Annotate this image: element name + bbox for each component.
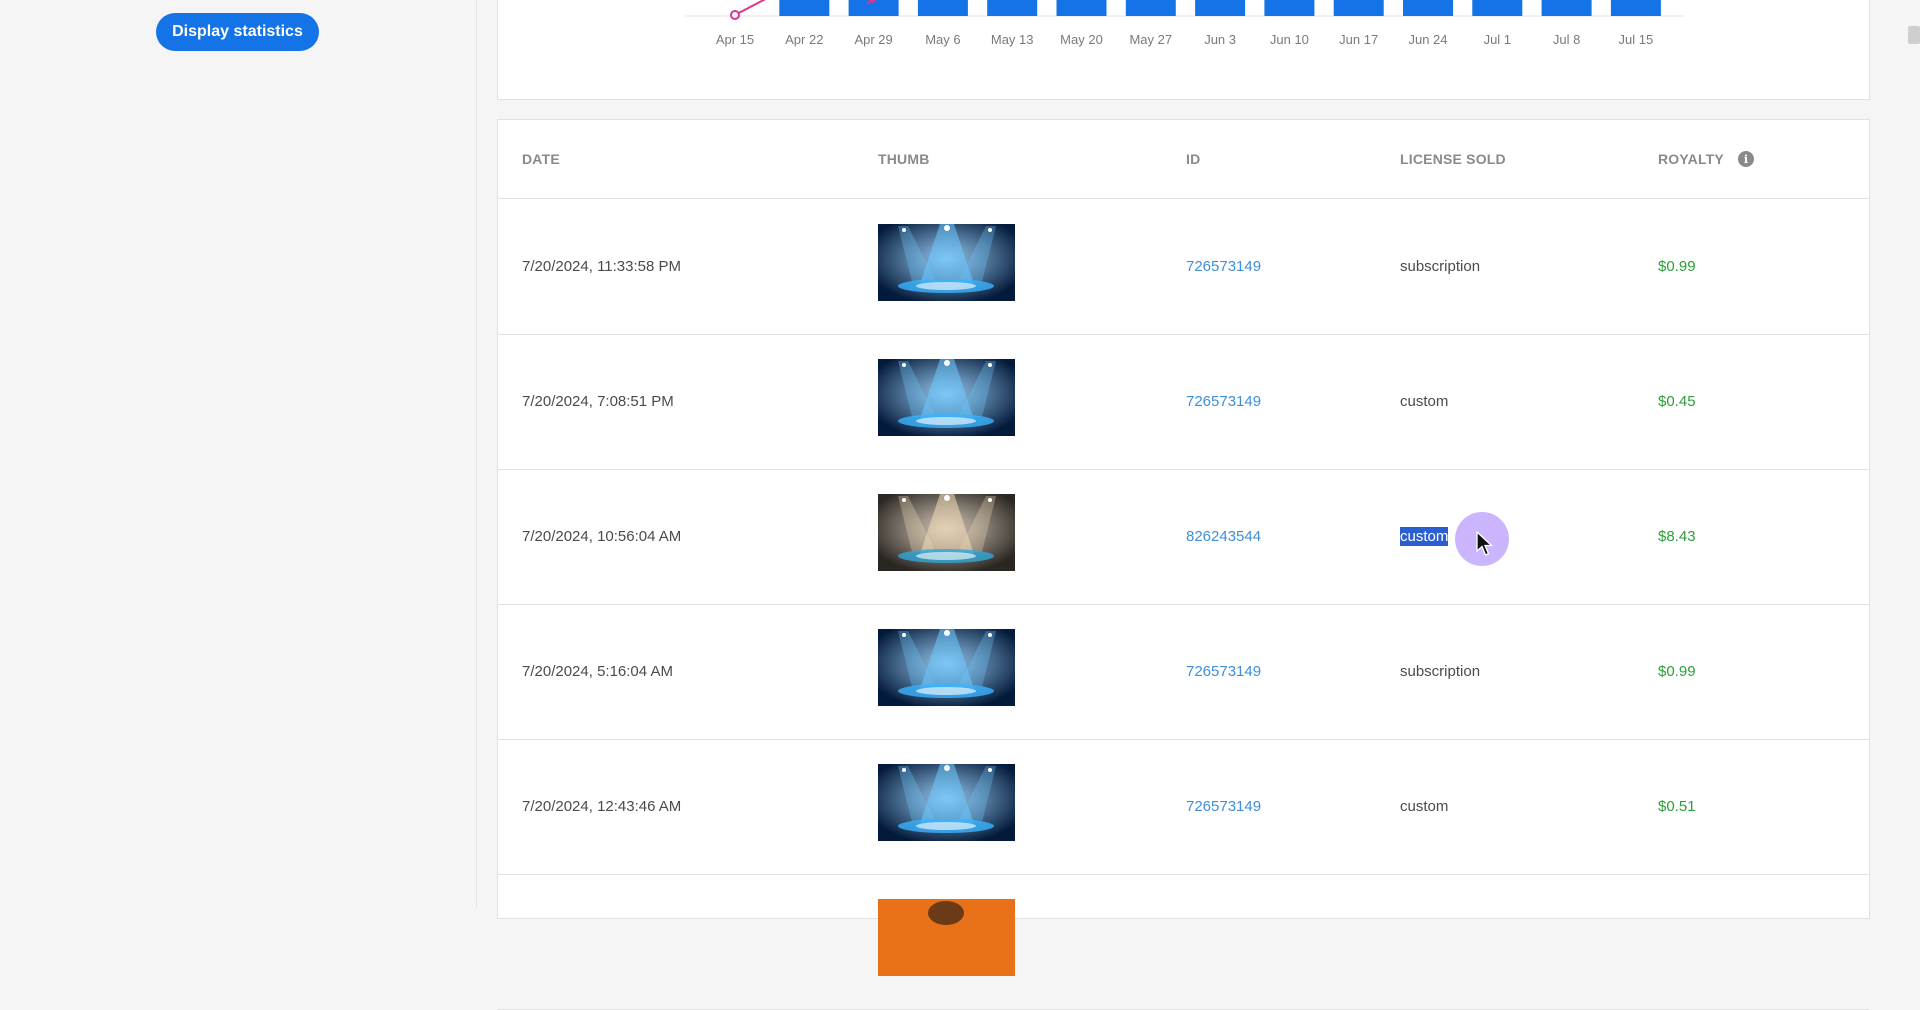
chart-tick-label: Jul 1 xyxy=(1484,32,1511,47)
table-row: 7/20/2024, 12:43:46 AM 726573149 custom $0… xyxy=(498,739,1869,875)
row-royalty: $0.51 xyxy=(1658,798,1696,815)
row-thumbnail[interactable] xyxy=(878,629,1015,706)
table-row xyxy=(498,874,1869,1010)
header-license-sold: LICENSE SOLD xyxy=(1400,151,1506,167)
chart-bar[interactable] xyxy=(779,0,830,16)
thumbnail-image xyxy=(878,764,1015,841)
license-text: custom xyxy=(1400,798,1449,815)
chart-bar[interactable] xyxy=(987,0,1038,16)
header-date: DATE xyxy=(522,151,560,167)
chart-series-line xyxy=(734,0,766,16)
row-date: 7/20/2024, 10:56:04 AM xyxy=(522,528,682,545)
license-text: custom xyxy=(1400,393,1449,410)
chart-bar[interactable] xyxy=(917,0,968,16)
row-id-link[interactable]: 726573149 xyxy=(1186,663,1261,680)
chart-bar[interactable] xyxy=(1333,0,1384,16)
chart-bar[interactable] xyxy=(1056,0,1107,16)
chart-tick-label: May 20 xyxy=(1060,32,1103,47)
chart-tick-label: May 13 xyxy=(991,32,1034,47)
license-text: subscription xyxy=(1400,258,1481,275)
chart-tick-label: Jun 3 xyxy=(1204,32,1236,47)
row-thumbnail[interactable] xyxy=(878,224,1015,301)
row-royalty: $8.43 xyxy=(1658,528,1696,545)
header-royalty: ROYALTY xyxy=(1658,151,1724,167)
row-date: 7/20/2024, 5:16:04 AM xyxy=(522,663,673,680)
row-id-link[interactable]: 826243544 xyxy=(1186,528,1261,545)
info-icon[interactable]: i xyxy=(1738,151,1754,167)
chart-tick-label: Apr 15 xyxy=(716,32,754,47)
table-row: 7/20/2024, 7:08:51 PM 726573149 custom $0.… xyxy=(498,334,1869,470)
chart-tick-label: May 6 xyxy=(925,32,960,47)
chart-bar[interactable] xyxy=(1195,0,1246,16)
row-royalty: $0.99 xyxy=(1658,663,1696,680)
thumbnail-image xyxy=(878,899,1015,976)
chart-tick-label: May 27 xyxy=(1129,32,1172,47)
thumbnail-image xyxy=(878,359,1015,436)
sidebar: Display statistics xyxy=(0,0,477,908)
display-statistics-button[interactable]: Display statistics xyxy=(156,13,319,51)
row-thumbnail[interactable] xyxy=(878,494,1015,571)
row-license: custom xyxy=(1400,393,1448,410)
chart-card: Apr 15 Apr 22 Apr 29 May 6 May 13 May 20 May 2… xyxy=(497,0,1870,100)
row-date: 7/20/2024, 11:33:58 PM xyxy=(522,258,682,275)
header-thumb: THUMB xyxy=(878,151,930,167)
chart-bar[interactable] xyxy=(1125,0,1176,16)
chart-bar[interactable] xyxy=(1541,0,1592,16)
license-text: subscription xyxy=(1400,663,1481,680)
row-id-link[interactable]: 726573149 xyxy=(1186,798,1261,815)
header-id: ID xyxy=(1186,151,1201,167)
row-thumbnail[interactable] xyxy=(878,359,1015,436)
chart-bar[interactable] xyxy=(1472,0,1523,16)
earnings-chart: Apr 15 Apr 22 Apr 29 May 6 May 13 May 20 May 2… xyxy=(685,0,1685,47)
row-thumbnail[interactable] xyxy=(878,764,1015,841)
chart-bar[interactable] xyxy=(1264,0,1315,16)
table-row: 7/20/2024, 5:16:04 AM 726573149 subscript… xyxy=(498,604,1869,740)
row-date: 7/20/2024, 12:43:46 AM xyxy=(522,798,682,815)
table-header: DATE THUMB ID LICENSE SOLD ROYALTY i xyxy=(498,120,1869,199)
row-license: custom xyxy=(1400,798,1448,815)
row-id-link[interactable]: 726573149 xyxy=(1186,258,1261,275)
scrollbar-thumb[interactable] xyxy=(1908,26,1920,44)
row-license: subscription xyxy=(1400,258,1480,275)
row-royalty: $0.45 xyxy=(1658,393,1696,410)
row-license: custom xyxy=(1400,527,1449,546)
chart-tick-label: Jun 10 xyxy=(1270,32,1309,47)
row-thumbnail[interactable] xyxy=(878,899,1015,976)
table-row: 7/20/2024, 11:33:58 PM 726573149 subscrip… xyxy=(498,199,1869,335)
row-date: 7/20/2024, 7:08:51 PM xyxy=(522,393,674,410)
license-text: custom xyxy=(1400,527,1449,546)
row-license: subscription xyxy=(1400,663,1480,680)
chart-tick-label: Apr 22 xyxy=(785,32,823,47)
row-id-link[interactable]: 726573149 xyxy=(1186,393,1261,410)
chart-tick-label: Jul 8 xyxy=(1553,32,1580,47)
chart-point[interactable] xyxy=(730,10,740,20)
sales-table: DATE THUMB ID LICENSE SOLD ROYALTY i 7/2… xyxy=(497,119,1870,1010)
chart-tick-label: Apr 29 xyxy=(854,32,892,47)
table-row: 7/20/2024, 10:56:04 AM 826243544 custom $8… xyxy=(498,469,1869,605)
thumbnail-image xyxy=(878,224,1015,301)
chart-tick-label: Jun 17 xyxy=(1339,32,1378,47)
thumbnail-image xyxy=(878,494,1015,571)
chart-bar[interactable] xyxy=(1403,0,1453,16)
thumbnail-image xyxy=(878,629,1015,706)
chart-tick-label: Jun 24 xyxy=(1408,32,1447,47)
row-royalty: $0.99 xyxy=(1658,258,1696,275)
chart-bar[interactable] xyxy=(1610,0,1661,16)
chart-tick-label: Jul 15 xyxy=(1619,32,1654,47)
mouse-cursor-icon xyxy=(1476,531,1494,556)
